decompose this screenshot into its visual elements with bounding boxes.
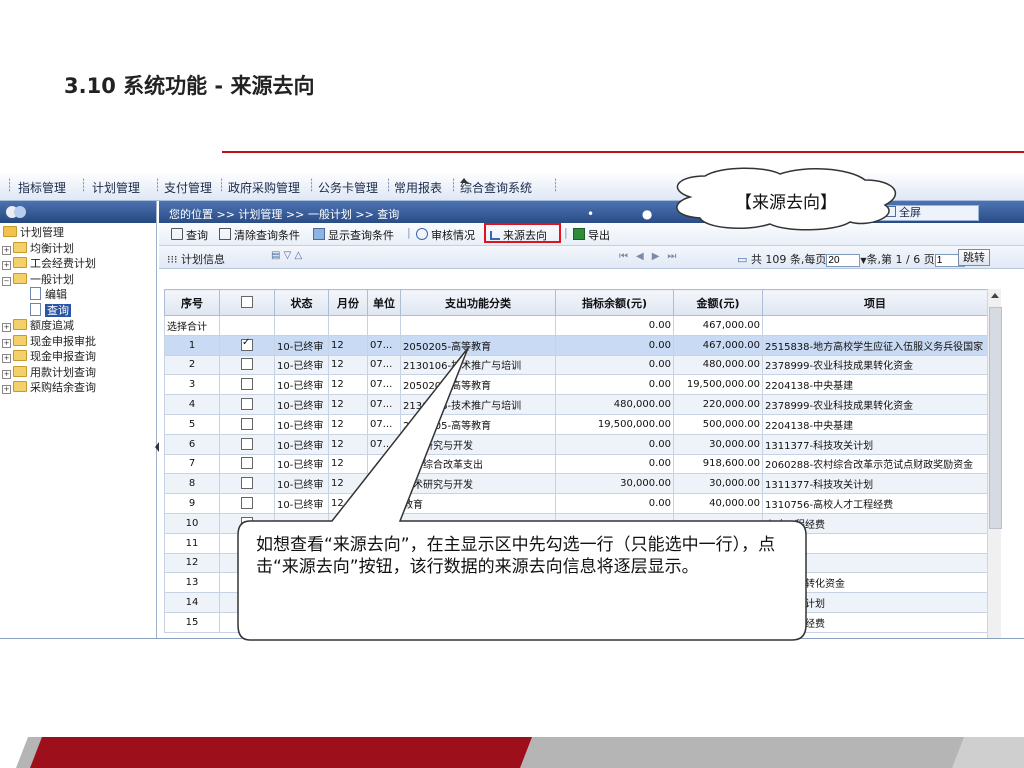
callout-note-text: 如想查看“来源去向”，在主显示区中先勾选一行（只能选中一行），点击“来源去向”按… xyxy=(256,535,776,577)
callout-overlay xyxy=(0,167,1024,768)
speech-callout-shape xyxy=(237,347,807,641)
bottom-band xyxy=(0,737,1024,768)
cloud-callout-text: 【来源去向】 xyxy=(735,193,837,213)
